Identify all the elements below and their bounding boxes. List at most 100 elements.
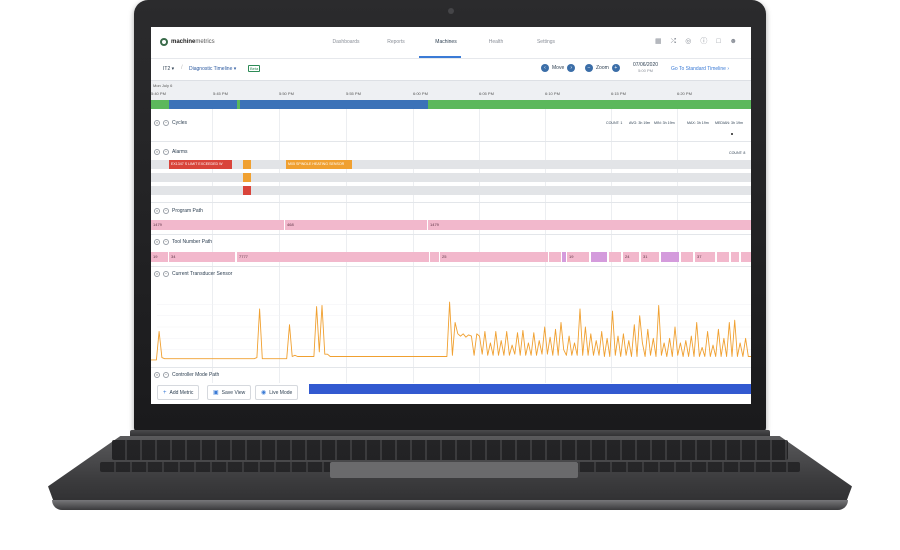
alarm-lane [151, 186, 751, 195]
ruler-tick: 5:45 PM [213, 91, 228, 96]
alarm-event[interactable]: EX1347 S LIMIT EXCEEDED W [169, 160, 232, 169]
ruler-tick: 6:10 PM [545, 91, 560, 96]
current-sensor-chart[interactable] [151, 289, 751, 363]
nav-link-machines[interactable]: Machines [421, 39, 471, 45]
nav-link-dashboards[interactable]: Dashboards [321, 39, 371, 45]
section-cycles[interactable]: × − Cycles [154, 120, 187, 126]
tool-segment[interactable]: 37 [695, 252, 715, 262]
shuffle-icon[interactable]: ⤮ [671, 38, 677, 46]
nav-link-health[interactable]: Health [471, 39, 521, 45]
live-mode-label: Live Mode [269, 389, 293, 396]
collapse-icon[interactable]: − [163, 120, 169, 126]
program-segment[interactable]: 468 [285, 220, 427, 230]
machine-status-bar[interactable] [151, 100, 751, 109]
section-current-transducer[interactable]: × − Current Transducer Sensor [154, 271, 232, 277]
user-icon[interactable]: ☻ [730, 38, 737, 46]
cycle-median: MEDIAN: 3h 19m [715, 121, 743, 125]
section-program-path[interactable]: × − Program Path [154, 208, 203, 214]
laptop-front-edge [52, 500, 848, 510]
status-segment-active [428, 100, 751, 109]
ruler-tick: 5:50 PM [279, 91, 294, 96]
tool-segment[interactable] [562, 252, 566, 262]
machine-name: IT2 [163, 66, 171, 72]
program-segment[interactable]: 1479 [151, 220, 284, 230]
tool-segment[interactable] [741, 252, 751, 262]
controller-mode-segment[interactable] [309, 384, 751, 394]
collapse-icon[interactable]: − [163, 208, 169, 214]
alarm-event[interactable] [243, 173, 251, 182]
logo-text: machinemetrics [171, 39, 215, 45]
section-divider [151, 141, 751, 142]
add-metric-button[interactable]: + Add Metric [157, 385, 200, 400]
remove-icon[interactable]: × [154, 271, 160, 277]
section-divider [151, 266, 751, 267]
grid-icon[interactable]: ▦ [655, 38, 662, 46]
nav-link-settings[interactable]: Settings [521, 39, 571, 45]
date-picker[interactable]: 07/06/2020 5:00 PM [633, 62, 658, 73]
tool-segment[interactable]: 25 [440, 252, 548, 262]
lock-icon[interactable]: □ [716, 38, 720, 46]
remove-icon[interactable]: × [154, 239, 160, 245]
time-ruler[interactable]: Mon July 6 5:40 PM 5:45 PM 5:50 PM 5:55 … [151, 80, 751, 100]
section-controller-mode[interactable]: × − Controller Mode Path [154, 372, 219, 378]
tool-segment[interactable]: 34 [169, 252, 235, 262]
remove-icon[interactable]: × [154, 208, 160, 214]
cycle-count: COUNT: 1 [606, 121, 623, 125]
remove-icon[interactable]: × [154, 372, 160, 378]
section-divider [151, 367, 751, 368]
collapse-icon[interactable]: − [163, 239, 169, 245]
section-alarms[interactable]: × − Alarms [154, 149, 188, 155]
keyboard-row [112, 440, 788, 460]
collapse-icon[interactable]: − [163, 149, 169, 155]
tool-segment[interactable] [591, 252, 607, 262]
ruler-tick: 5:55 PM [346, 91, 361, 96]
tool-segment[interactable] [549, 252, 561, 262]
tool-segment[interactable]: 31 [641, 252, 659, 262]
zoom-control[interactable]: − Zoom + [585, 64, 620, 72]
status-segment-idle [169, 100, 237, 109]
tool-segment[interactable]: 7777 [237, 252, 429, 262]
alarm-event[interactable]: M05 SPINDLE HEATING SENSOR [286, 160, 352, 169]
tool-segment[interactable] [731, 252, 739, 262]
machine-selector[interactable]: IT2 ▾ [163, 66, 174, 72]
view-name: Diagnostic Timeline [189, 66, 233, 72]
save-view-button[interactable]: ▣ Save View [207, 385, 252, 400]
section-tool-number-path[interactable]: × − Tool Number Path [154, 239, 212, 245]
globe-icon[interactable]: ◎ [685, 38, 691, 46]
logo[interactable]: machinemetrics [160, 38, 215, 46]
logo-text-bold: machine [171, 39, 196, 45]
sensor-series-line[interactable] [151, 301, 751, 361]
collapse-icon[interactable]: − [163, 372, 169, 378]
sub-toolbar: IT2 ▾ / Diagnostic Timeline ▾ Beta ‹ Mov… [151, 59, 751, 79]
time-value: 5:00 PM [638, 68, 653, 73]
tool-segment[interactable] [661, 252, 679, 262]
add-metric-label: Add Metric [169, 389, 194, 396]
alarm-event[interactable] [243, 186, 251, 195]
ruler-tick: 6:05 PM [479, 91, 494, 96]
program-segment[interactable]: 1479 [428, 220, 751, 230]
alarm-event[interactable] [243, 160, 251, 169]
tool-segment[interactable]: 24 [623, 252, 639, 262]
view-selector[interactable]: Diagnostic Timeline ▾ [189, 66, 236, 72]
save-view-label: Save View [221, 389, 246, 396]
section-divider [151, 202, 751, 203]
section-title: Controller Mode Path [172, 372, 220, 378]
collapse-icon[interactable]: − [163, 271, 169, 277]
tool-segment[interactable] [681, 252, 693, 262]
help-icon[interactable]: ⓘ [700, 38, 707, 46]
webcam [448, 8, 454, 14]
move-control[interactable]: ‹ Move › [541, 64, 576, 72]
remove-icon[interactable]: × [154, 120, 160, 126]
live-mode-button[interactable]: ◉ Live Mode [255, 385, 299, 400]
tool-segment[interactable] [609, 252, 621, 262]
nav-link-reports[interactable]: Reports [371, 39, 421, 45]
tool-segment[interactable]: 19 [151, 252, 168, 262]
tool-segment[interactable] [430, 252, 439, 262]
standard-timeline-link[interactable]: Go To Standard Timeline › [671, 66, 729, 72]
nav-icons: ▦ ⤮ ◎ ⓘ □ ☻ [655, 38, 737, 46]
remove-icon[interactable]: × [154, 149, 160, 155]
move-arrows-icon: ‹ [541, 64, 549, 72]
tool-segment[interactable] [717, 252, 729, 262]
tool-segment[interactable]: 19 [567, 252, 589, 262]
top-nav: machinemetrics Dashboards Reports Machin… [151, 27, 751, 59]
